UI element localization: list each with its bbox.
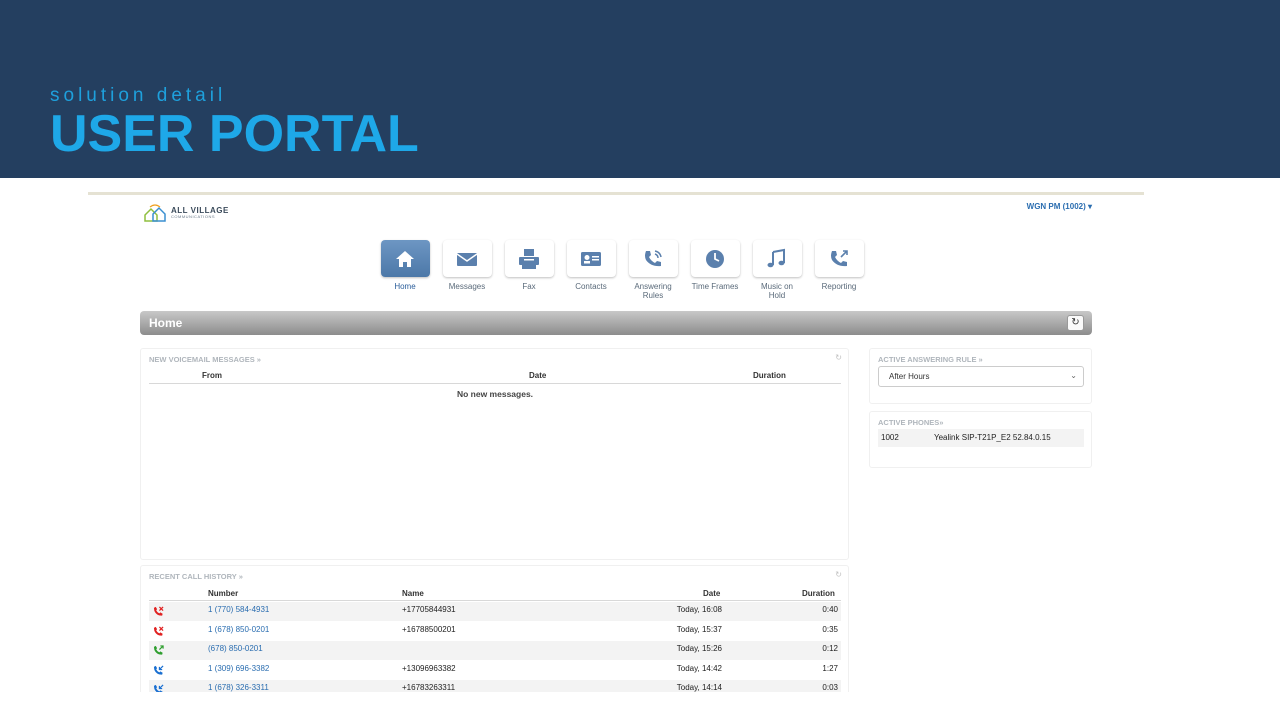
main-nav: Home Messages Fax Contacts Answering Rul… <box>374 240 870 300</box>
call-number[interactable]: 1 (770) 584-4931 <box>208 605 269 614</box>
call-duration: 0:12 <box>822 644 838 653</box>
nav-contacts[interactable]: Contacts <box>560 240 622 300</box>
clock-icon <box>706 249 724 268</box>
answering-rule-panel: ACTIVE ANSWERING RULE » After Hours ⌄ <box>869 348 1092 404</box>
contact-card-icon <box>581 251 601 266</box>
call-number[interactable]: (678) 850-0201 <box>208 644 263 653</box>
call-name: +13096963382 <box>402 663 456 673</box>
home-icon <box>396 250 414 267</box>
nav-label: Music on Hold <box>760 282 793 300</box>
column-duration[interactable]: Duration <box>753 371 786 380</box>
voicemail-panel: NEW VOICEMAIL MESSAGES » ↻ From Date Dur… <box>140 348 849 560</box>
call-number[interactable]: 1 (678) 326-3311 <box>208 683 269 692</box>
envelope-icon <box>456 252 478 266</box>
call-duration: 1:27 <box>822 663 838 673</box>
slide-title: USER PORTAL <box>50 105 419 163</box>
page-title: Home <box>149 316 183 330</box>
call-history-panel: RECENT CALL HISTORY » ↻ Number Name Date… <box>140 565 849 692</box>
refresh-icon: ↻ <box>1071 317 1080 328</box>
refresh-icon[interactable]: ↻ <box>835 353 842 362</box>
voicemail-title[interactable]: NEW VOICEMAIL MESSAGES » <box>149 355 261 364</box>
answering-rule-value: After Hours <box>889 372 930 381</box>
table-row[interactable]: 1 (309) 696-3382 +13096963382 Today, 14:42… <box>149 661 841 680</box>
call-date: Today, 14:42 <box>676 663 722 673</box>
call-duration: 0:40 <box>822 605 838 614</box>
nav-label: Messages <box>448 282 486 291</box>
answering-rule-title[interactable]: ACTIVE ANSWERING RULE » <box>878 355 983 364</box>
missed-call-icon <box>153 606 164 616</box>
nav-time-frames[interactable]: Time Frames <box>684 240 746 300</box>
logo-houses-icon <box>144 204 166 222</box>
call-date: Today, 15:26 <box>676 644 722 653</box>
call-duration: 0:03 <box>822 683 838 692</box>
phone-row: 1002 Yealink SIP-T21P_E2 52.84.0.15 <box>878 429 1084 447</box>
call-name: +17705844931 <box>402 605 456 614</box>
portal-screenshot: ALL VILLAGE COMMUNICATIONS WGN PM (1002)… <box>88 192 1144 692</box>
active-phones-title[interactable]: ACTIVE PHONES» <box>878 418 943 427</box>
column-name[interactable]: Name <box>402 589 424 598</box>
empty-message: No new messages. <box>456 389 534 399</box>
phone-rules-icon <box>645 249 662 266</box>
column-duration[interactable]: Duration <box>802 589 835 598</box>
nav-label: Home <box>394 282 416 291</box>
voicemail-table-header: From Date Duration <box>149 369 841 384</box>
call-date: Today, 14:14 <box>676 683 722 692</box>
slide-header: solution detail USER PORTAL <box>0 0 1280 178</box>
missed-call-icon <box>153 625 164 636</box>
call-date: Today, 15:37 <box>676 624 722 634</box>
table-row[interactable]: (678) 850-0201 Today, 15:26 0:12 <box>149 641 841 660</box>
column-number[interactable]: Number <box>208 589 238 598</box>
table-row[interactable]: 1 (678) 850-0201 +16788500201 Today, 15:37… <box>149 622 841 641</box>
refresh-icon[interactable]: ↻ <box>835 570 842 579</box>
call-name: +16783263311 <box>402 683 456 692</box>
column-from[interactable]: From <box>202 371 222 380</box>
column-date[interactable]: Date <box>529 371 546 380</box>
call-date: Today, 16:08 <box>676 605 722 614</box>
nav-label: Contacts <box>575 282 607 291</box>
phone-reporting-icon <box>831 249 848 266</box>
nav-messages[interactable]: Messages <box>436 240 498 300</box>
user-menu[interactable]: WGN PM (1002) ▾ <box>1027 202 1092 211</box>
incoming-call-icon <box>153 664 164 675</box>
nav-label: Time Frames <box>691 282 739 291</box>
active-phones-panel: ACTIVE PHONES» 1002 Yealink SIP-T21P_E2 … <box>869 411 1092 468</box>
call-history-title[interactable]: RECENT CALL HISTORY » <box>149 572 243 581</box>
phone-model: Yealink SIP-T21P_E2 52.84.0.15 <box>934 433 1051 442</box>
nav-music-on-hold[interactable]: Music on Hold <box>746 240 808 300</box>
music-note-icon <box>767 248 785 267</box>
call-number[interactable]: 1 (678) 850-0201 <box>208 625 269 634</box>
phone-extension: 1002 <box>881 433 899 442</box>
nav-fax[interactable]: Fax <box>498 240 560 300</box>
nav-answering-rules[interactable]: Answering Rules <box>622 240 684 300</box>
call-history-table-header: Number Name Date Duration <box>149 586 841 601</box>
call-duration: 0:35 <box>822 624 838 634</box>
outgoing-call-icon <box>153 645 164 655</box>
company-logo[interactable]: ALL VILLAGE COMMUNICATIONS <box>143 203 229 223</box>
table-row[interactable]: 1 (678) 326-3311 +16783263311 Today, 14:14… <box>149 680 841 692</box>
nav-label: Reporting <box>821 282 857 291</box>
fax-icon <box>519 248 539 269</box>
nav-reporting[interactable]: Reporting <box>808 240 870 300</box>
column-date[interactable]: Date <box>703 589 720 598</box>
home-title-bar: Home ↻ <box>140 311 1092 335</box>
logo-tagline: COMMUNICATIONS <box>171 214 216 219</box>
table-row[interactable]: 1 (770) 584-4931 +17705844931 Today, 16:08… <box>149 602 841 621</box>
incoming-call-icon <box>153 684 164 692</box>
call-number[interactable]: 1 (309) 696-3382 <box>208 664 269 673</box>
nav-home[interactable]: Home <box>374 240 436 300</box>
refresh-button[interactable]: ↻ <box>1067 315 1084 331</box>
nav-label: Fax <box>522 282 536 291</box>
answering-rule-select[interactable]: After Hours ⌄ <box>878 366 1084 387</box>
call-name: +16788500201 <box>402 624 456 634</box>
nav-label: Answering Rules <box>634 282 672 300</box>
chevron-down-icon: ⌄ <box>1070 371 1077 380</box>
